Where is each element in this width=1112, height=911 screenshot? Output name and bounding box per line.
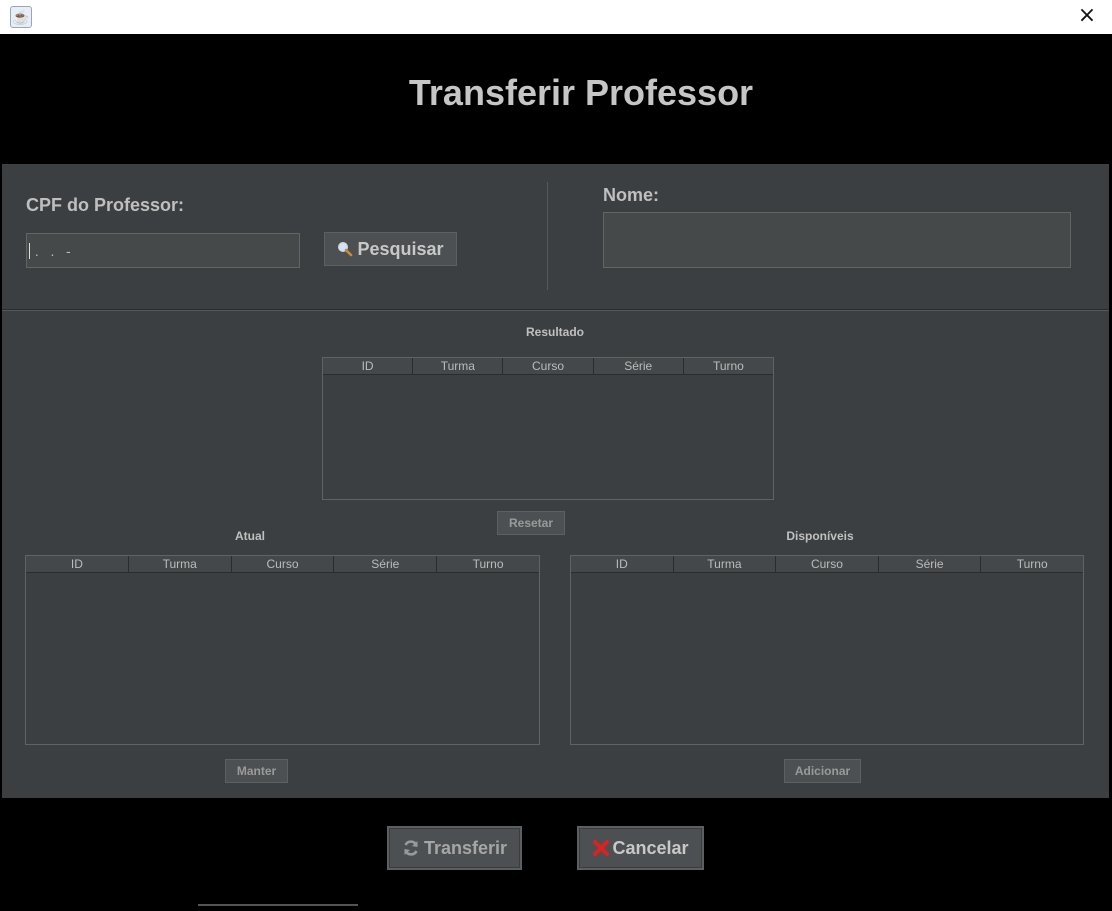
column-header-id[interactable]: ID [26,556,129,572]
column-header-serie[interactable]: Série [334,556,438,572]
cpf-label: CPF do Professor: [26,195,185,215]
resultado-label: Resultado [525,325,584,339]
column-header-turma[interactable]: Turma [674,556,777,572]
table-header: ID Turma Curso Série Turno [323,358,773,375]
page-title: Transferir Professor [408,72,754,113]
java-cup-icon: ☕ [10,6,32,28]
column-header-serie[interactable]: Série [594,358,684,374]
column-header-id[interactable]: ID [323,358,414,374]
column-header-turma[interactable]: Turma [129,556,232,572]
transfer-button[interactable]: Transferir [387,826,522,870]
cancel-button-label: Cancelar [612,838,689,858]
column-header-curso[interactable]: Curso [503,358,594,374]
nome-field[interactable] [603,212,1071,268]
magnifier-icon [338,242,353,257]
table-header: ID Turma Curso Série Turno [571,556,1083,573]
nome-label: Nome: [603,185,660,205]
text-caret [29,243,30,259]
table-header: ID Turma Curso Série Turno [26,556,539,573]
search-button-label: Pesquisar [357,239,444,259]
column-header-id[interactable]: ID [571,556,674,572]
disponiveis-table[interactable]: ID Turma Curso Série Turno [570,555,1084,745]
close-window-button[interactable]: × [1076,5,1098,27]
column-header-turma[interactable]: Turma [413,358,504,374]
bottom-edge-strip [198,904,358,906]
search-button[interactable]: Pesquisar [324,232,457,266]
cancel-button[interactable]: Cancelar [577,826,704,870]
reset-button[interactable]: Resetar [497,511,565,535]
add-button[interactable]: Adicionar [784,759,861,783]
keep-button[interactable]: Manter [225,759,288,783]
disponiveis-label: Disponíveis [786,529,854,543]
column-header-curso[interactable]: Curso [776,556,879,572]
red-x-icon [593,840,610,856]
column-header-turno[interactable]: Turno [981,556,1083,572]
column-header-serie[interactable]: Série [879,556,982,572]
vertical-divider [547,182,548,290]
window-titlebar: ☕ × [0,0,1112,34]
transfer-button-label: Transferir [423,838,508,858]
refresh-icon [404,840,418,856]
column-header-turno[interactable]: Turno [684,358,773,374]
horizontal-divider [2,309,1109,311]
atual-table[interactable]: ID Turma Curso Série Turno [25,555,540,745]
atual-label: Atual [235,529,265,543]
cpf-input[interactable] [26,233,300,268]
column-header-curso[interactable]: Curso [232,556,335,572]
resultado-table[interactable]: ID Turma Curso Série Turno [322,357,774,500]
column-header-turno[interactable]: Turno [437,556,539,572]
